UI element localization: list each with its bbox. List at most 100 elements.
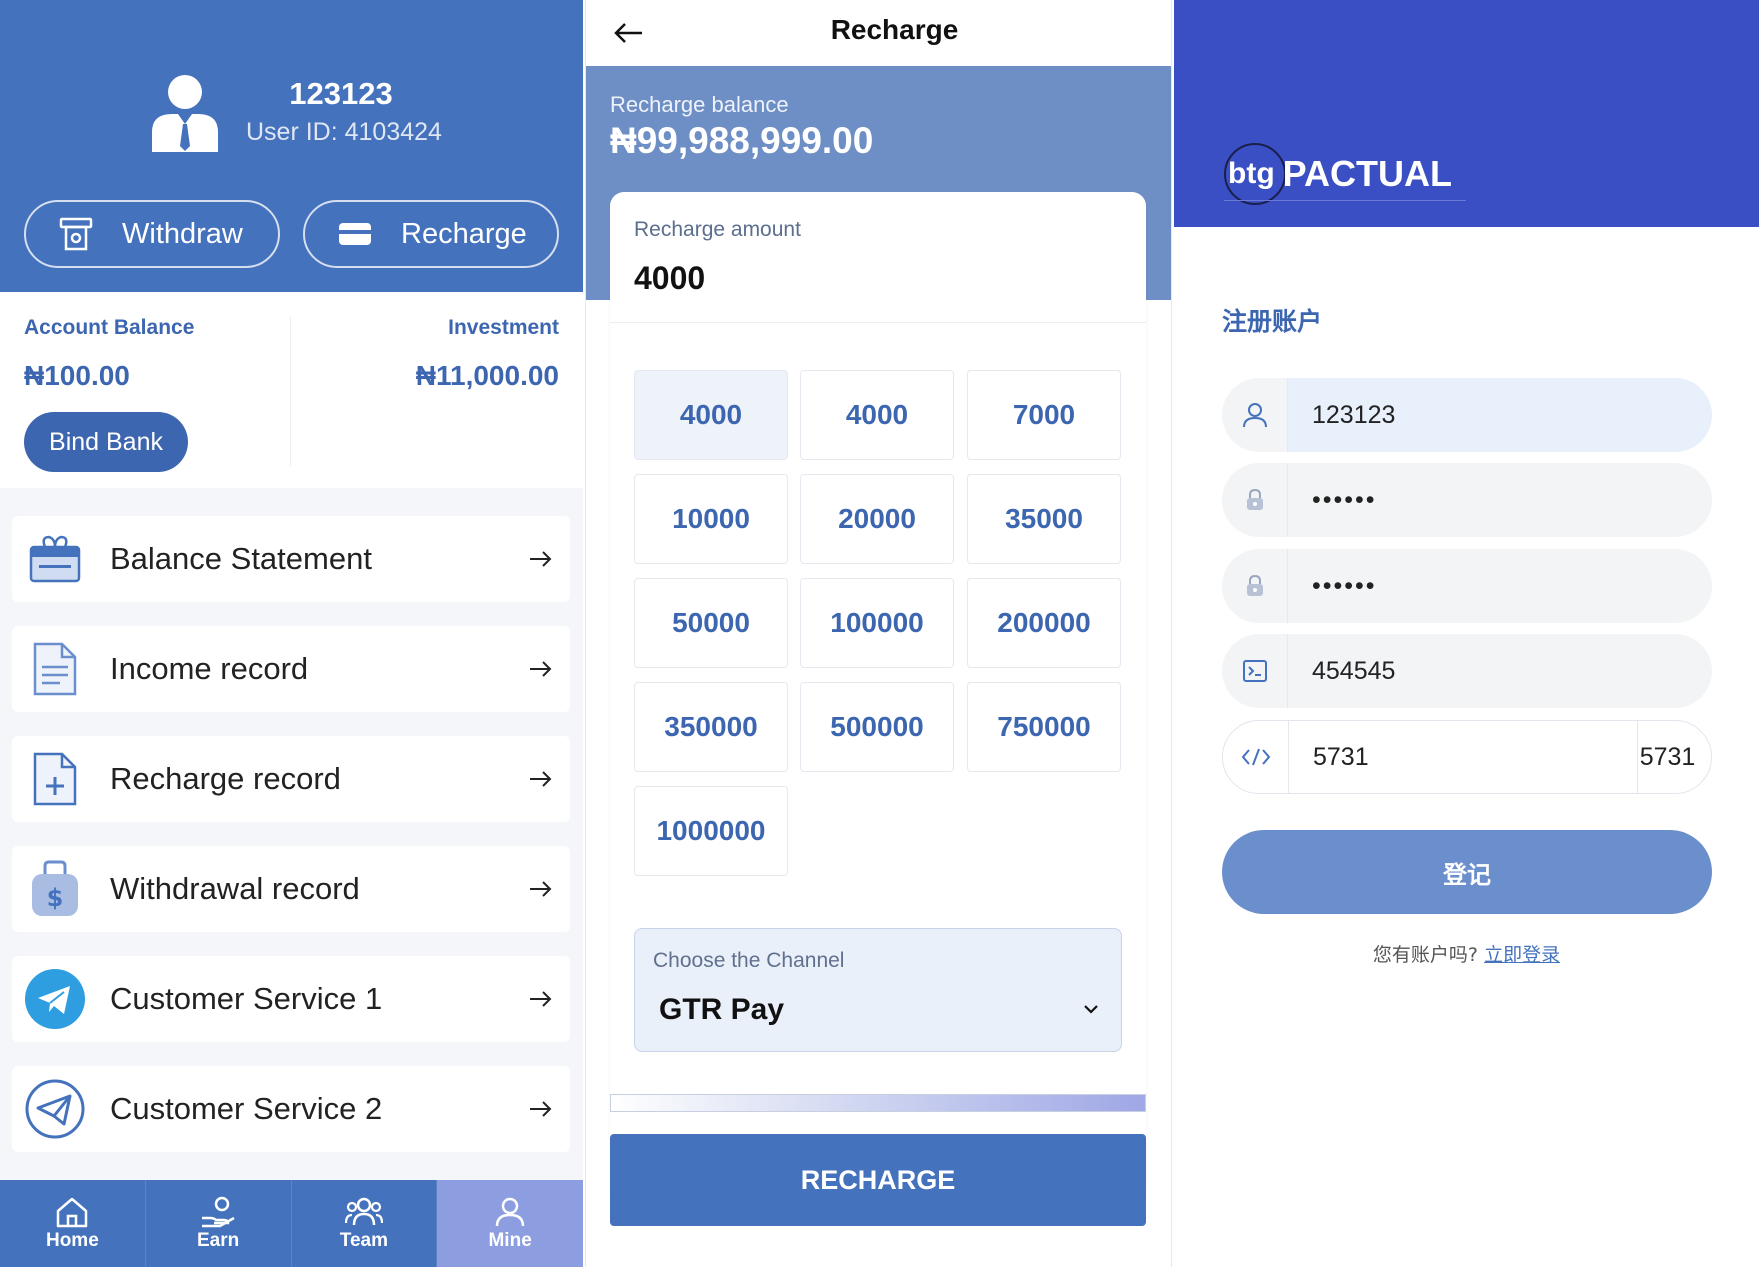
team-icon [344, 1197, 383, 1225]
amount-option[interactable]: 4000 [634, 370, 788, 460]
amount-divider [610, 322, 1146, 323]
terminal-icon [1222, 634, 1288, 708]
brand-header: btg PACTUAL [1174, 0, 1759, 227]
amount-option[interactable]: 10000 [634, 474, 788, 564]
amount-option[interactable]: 7000 [967, 370, 1121, 460]
tab-earn[interactable]: Earn [145, 1180, 292, 1267]
account-balance-value: ₦100.00 [24, 360, 130, 391]
home-icon [57, 1197, 88, 1227]
menu-item-balance-statement[interactable]: Balance Statement [12, 516, 570, 602]
tab-label: Team [339, 1229, 388, 1251]
tab-team[interactable]: Team [291, 1180, 438, 1267]
channel-label: Choose the Channel [653, 949, 845, 972]
login-link[interactable]: 立即登录 [1484, 944, 1560, 966]
recharge-panel: Recharge Recharge balance ₦99,988,999.00… [585, 0, 1172, 1267]
login-hint-text: 您有账户吗? [1372, 944, 1479, 966]
menu-label: Customer Service 1 [110, 981, 383, 1016]
password-field[interactable]: •••••• [1222, 463, 1712, 537]
menu-label: Customer Service 2 [110, 1091, 383, 1126]
menu-item-withdrawal-record[interactable]: $ Withdrawal record [12, 846, 570, 932]
bottom-tab-bar: Home Earn Team Mine [0, 1180, 583, 1267]
menu-label: Income record [110, 651, 309, 686]
invite-code-input[interactable] [1288, 634, 1712, 708]
amount-option[interactable]: 4000 [800, 370, 954, 460]
menu-label: Withdrawal record [110, 871, 360, 906]
menu-item-income-record[interactable]: Income record [12, 626, 570, 712]
withdraw-button[interactable]: Withdraw [24, 200, 280, 268]
mine-panel: 123123 User ID: 4103424 Withdraw Recharg… [0, 0, 583, 1267]
card-icon [335, 214, 375, 254]
menu-item-recharge-record[interactable]: Recharge record [12, 736, 570, 822]
logo-btg: btg [1228, 157, 1275, 190]
amount-option[interactable]: 100000 [800, 578, 954, 668]
arrow-right-icon [526, 1094, 556, 1124]
bind-bank-button[interactable]: Bind Bank [24, 412, 188, 472]
register-title: 注册账户 [1222, 307, 1323, 336]
page-title: Recharge [830, 14, 959, 45]
amount-option[interactable]: 200000 [967, 578, 1121, 668]
decorative-strip [610, 1094, 1146, 1112]
amount-option[interactable]: 500000 [800, 682, 954, 772]
money-bag-icon: $ [24, 858, 86, 920]
telegram-icon [24, 968, 86, 1030]
username-field[interactable] [1222, 378, 1712, 452]
menu-item-customer-service-1[interactable]: Customer Service 1 [12, 956, 570, 1042]
amount-option[interactable]: 750000 [967, 682, 1121, 772]
recharge-label: Recharge [401, 217, 527, 250]
file-plus-icon [24, 748, 86, 810]
captcha-code[interactable]: 5731 [1637, 721, 1697, 793]
tab-label: Mine [488, 1229, 532, 1251]
chevron-down-icon [1084, 1005, 1098, 1014]
arrow-right-icon [526, 544, 556, 574]
captcha-input[interactable] [1289, 721, 1637, 793]
hand-coins-icon [202, 1196, 235, 1227]
user-icon [495, 1197, 525, 1226]
investment-label: Investment [448, 316, 559, 339]
confirm-password-field[interactable]: •••••• [1222, 549, 1712, 623]
amount-option[interactable]: 50000 [634, 578, 788, 668]
captcha-field[interactable]: 5731 [1222, 720, 1712, 794]
recharge-submit-button[interactable]: RECHARGE [610, 1134, 1146, 1226]
amount-option[interactable]: 35000 [967, 474, 1121, 564]
profile-header: 123123 User ID: 4103424 Withdraw Recharg… [0, 0, 583, 292]
register-panel: btg PACTUAL 注册账户 •••••• •••••• 5731 [1174, 0, 1759, 1267]
invite-code-field[interactable] [1222, 634, 1712, 708]
atm-icon [56, 214, 96, 254]
recharge-amount-label: Recharge amount [634, 218, 801, 241]
login-hint: 您有账户吗? 立即登录 [1174, 940, 1759, 967]
amount-option[interactable]: 1000000 [634, 786, 788, 876]
register-submit-button[interactable]: 登记 [1222, 830, 1712, 914]
screenshot-root: 123123 User ID: 4103424 Withdraw Recharg… [0, 0, 1759, 1267]
logo-underline [1224, 200, 1466, 201]
lock-icon [1222, 463, 1288, 537]
menu-label: Recharge record [110, 761, 341, 796]
tab-label: Home [45, 1229, 99, 1251]
paper-plane-icon [24, 1078, 86, 1140]
lock-icon [1222, 549, 1288, 623]
menu-item-customer-service-2[interactable]: Customer Service 2 [12, 1066, 570, 1152]
channel-select[interactable]: Choose the Channel GTR Pay [634, 928, 1122, 1052]
withdraw-label: Withdraw [122, 217, 243, 250]
tab-home[interactable]: Home [0, 1180, 146, 1267]
svg-text:$: $ [47, 884, 64, 912]
username-input[interactable] [1288, 378, 1712, 452]
password-input[interactable]: •••••• [1288, 463, 1712, 537]
arrow-right-icon [526, 654, 556, 684]
channel-value: GTR Pay [659, 993, 785, 1026]
account-balance-label: Account Balance [24, 316, 195, 339]
amount-option[interactable]: 20000 [800, 474, 954, 564]
arrow-right-icon [526, 984, 556, 1014]
tab-label: Earn [197, 1229, 240, 1251]
top-bar: Recharge [586, 0, 1171, 66]
user-avatar-icon [152, 75, 218, 152]
recharge-balance-value: ₦99,988,999.00 [610, 120, 874, 161]
confirm-password-input[interactable]: •••••• [1288, 549, 1712, 623]
amount-option[interactable]: 350000 [634, 682, 788, 772]
recharge-amount-input[interactable] [634, 256, 1094, 300]
logo-text: PACTUAL [1282, 153, 1452, 194]
user-icon [1222, 378, 1288, 452]
tab-mine[interactable]: Mine [437, 1180, 583, 1267]
recharge-button[interactable]: Recharge [303, 200, 559, 268]
user-id: User ID: 4103424 [246, 118, 442, 146]
arrow-right-icon [526, 764, 556, 794]
